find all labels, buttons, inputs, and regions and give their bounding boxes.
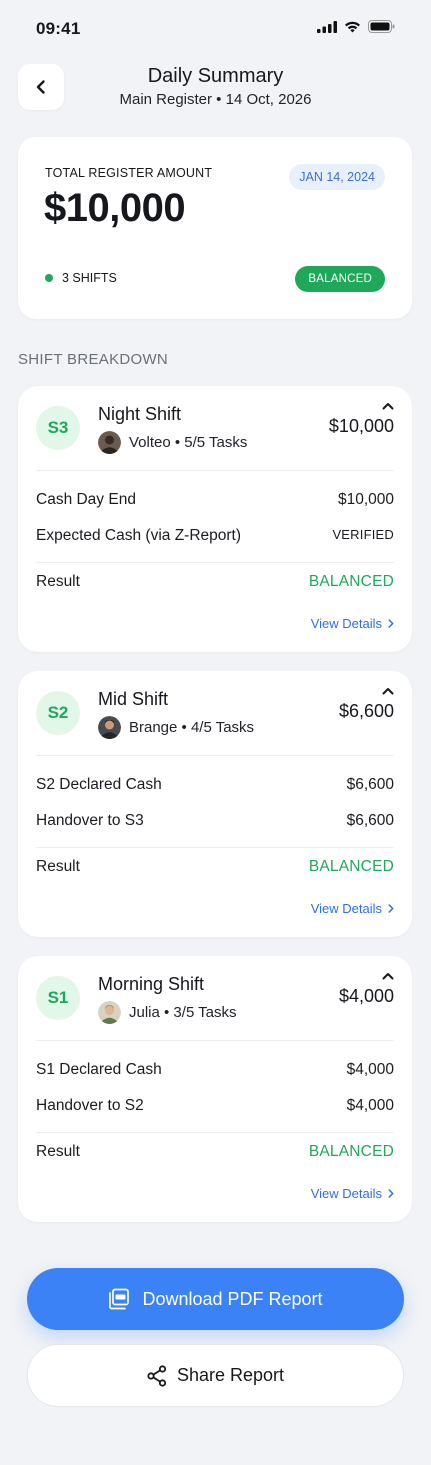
shift-meta: Brange • 4/5 Tasks <box>98 716 254 739</box>
row-label: Handover to S2 <box>36 1097 144 1114</box>
row-value: $4,000 <box>346 1061 394 1078</box>
view-details-link[interactable]: View Details <box>311 1186 394 1201</box>
shift-meta: Volteo • 5/5 Tasks <box>98 431 247 454</box>
status-badge: BALANCED <box>295 266 385 292</box>
chevron-up-icon[interactable] <box>382 687 394 695</box>
row-label: S1 Declared Cash <box>36 1061 162 1078</box>
total-register-label: TOTAL REGISTER AMOUNT <box>45 166 213 180</box>
chevron-up-icon[interactable] <box>382 972 394 980</box>
shift-name: Night Shift <box>98 404 182 424</box>
shift-total: $6,600 <box>338 701 394 721</box>
shift-card-night[interactable]: S3 Night Shift Volteo • 5/5 Tasks $10,00… <box>18 386 412 652</box>
shift-meta: Julia • 3/5 Tasks <box>98 1001 237 1024</box>
status-icons <box>317 20 395 33</box>
chevron-right-icon <box>388 619 394 628</box>
status-bar: 09:41 <box>0 0 431 60</box>
shift-staff-tasks: Julia • 3/5 Tasks <box>129 1004 237 1021</box>
shift-name: Mid Shift <box>98 689 169 709</box>
chevron-right-icon <box>388 1189 394 1198</box>
view-details-label: View Details <box>310 616 382 631</box>
avatar <box>98 431 121 454</box>
download-pdf-button[interactable]: Download PDF Report <box>27 1268 404 1330</box>
shift-code-avatar: S1 <box>36 976 80 1020</box>
shifts-count-row: 3 SHIFTS <box>45 271 117 285</box>
total-register-amount: $10,000 <box>44 186 186 230</box>
view-details-label: View Details <box>310 901 382 916</box>
wifi-icon <box>345 21 360 32</box>
divider <box>36 562 394 563</box>
page-subtitle: Main Register • 14 Oct, 2026 <box>119 91 312 108</box>
shift-total: $10,000 <box>328 416 394 436</box>
shift-code-avatar: S2 <box>36 691 80 735</box>
shift-staff-tasks: Volteo • 5/5 Tasks <box>129 434 248 451</box>
view-details-label: View Details <box>310 1186 382 1201</box>
shift-total: $4,000 <box>338 986 394 1006</box>
row-label: Cash Day End <box>36 491 136 508</box>
result-value: BALANCED <box>308 858 394 875</box>
shift-name: Morning Shift <box>98 974 205 994</box>
share-report-label: Share Report <box>176 1365 285 1385</box>
result-label: Result <box>36 573 80 590</box>
download-pdf-label: Download PDF Report <box>142 1288 323 1309</box>
avatar <box>98 1001 121 1024</box>
divider <box>36 1040 394 1041</box>
shift-card-morning[interactable]: S1 Morning Shift Julia • 3/5 Tasks $4,00… <box>18 956 412 1222</box>
row-label: Handover to S3 <box>36 812 144 829</box>
chevron-right-icon <box>388 904 394 913</box>
page-title: Daily Summary <box>147 65 284 87</box>
result-value: BALANCED <box>308 1143 394 1160</box>
row-value: $6,600 <box>346 776 394 793</box>
view-details-link[interactable]: View Details <box>311 616 394 631</box>
row-label: S2 Declared Cash <box>36 776 162 793</box>
result-value: BALANCED <box>308 573 394 590</box>
status-time: 09:41 <box>36 19 81 38</box>
share-report-button[interactable]: Share Report <box>27 1344 404 1407</box>
avatar <box>98 716 121 739</box>
chevron-up-icon[interactable] <box>382 402 394 410</box>
battery-icon <box>368 20 395 33</box>
shift-code-avatar: S3 <box>36 406 80 450</box>
row-value: $10,000 <box>337 491 394 508</box>
pdf-document-icon <box>109 1288 130 1310</box>
verified-badge: VERIFIED <box>332 527 394 542</box>
share-icon <box>147 1364 167 1387</box>
row-value: $4,000 <box>346 1097 394 1114</box>
divider <box>36 847 394 848</box>
result-label: Result <box>36 858 80 875</box>
shift-staff-tasks: Brange • 4/5 Tasks <box>129 719 255 736</box>
row-label: Expected Cash (via Z-Report) <box>36 527 242 544</box>
summary-card: TOTAL REGISTER AMOUNT JAN 14, 2024 $10,0… <box>18 137 412 319</box>
status-dot-icon <box>45 274 53 282</box>
date-chip: JAN 14, 2024 <box>289 164 385 190</box>
result-label: Result <box>36 1143 80 1160</box>
shifts-count: 3 SHIFTS <box>62 271 117 285</box>
divider <box>36 755 394 756</box>
divider <box>36 1132 394 1133</box>
section-title: SHIFT BREAKDOWN <box>18 351 169 368</box>
shift-card-mid[interactable]: S2 Mid Shift Brange • 4/5 Tasks $6,600 S… <box>18 671 412 937</box>
signal-icon <box>317 20 337 33</box>
divider <box>36 470 394 471</box>
view-details-link[interactable]: View Details <box>311 901 394 916</box>
row-value: $6,600 <box>346 812 394 829</box>
